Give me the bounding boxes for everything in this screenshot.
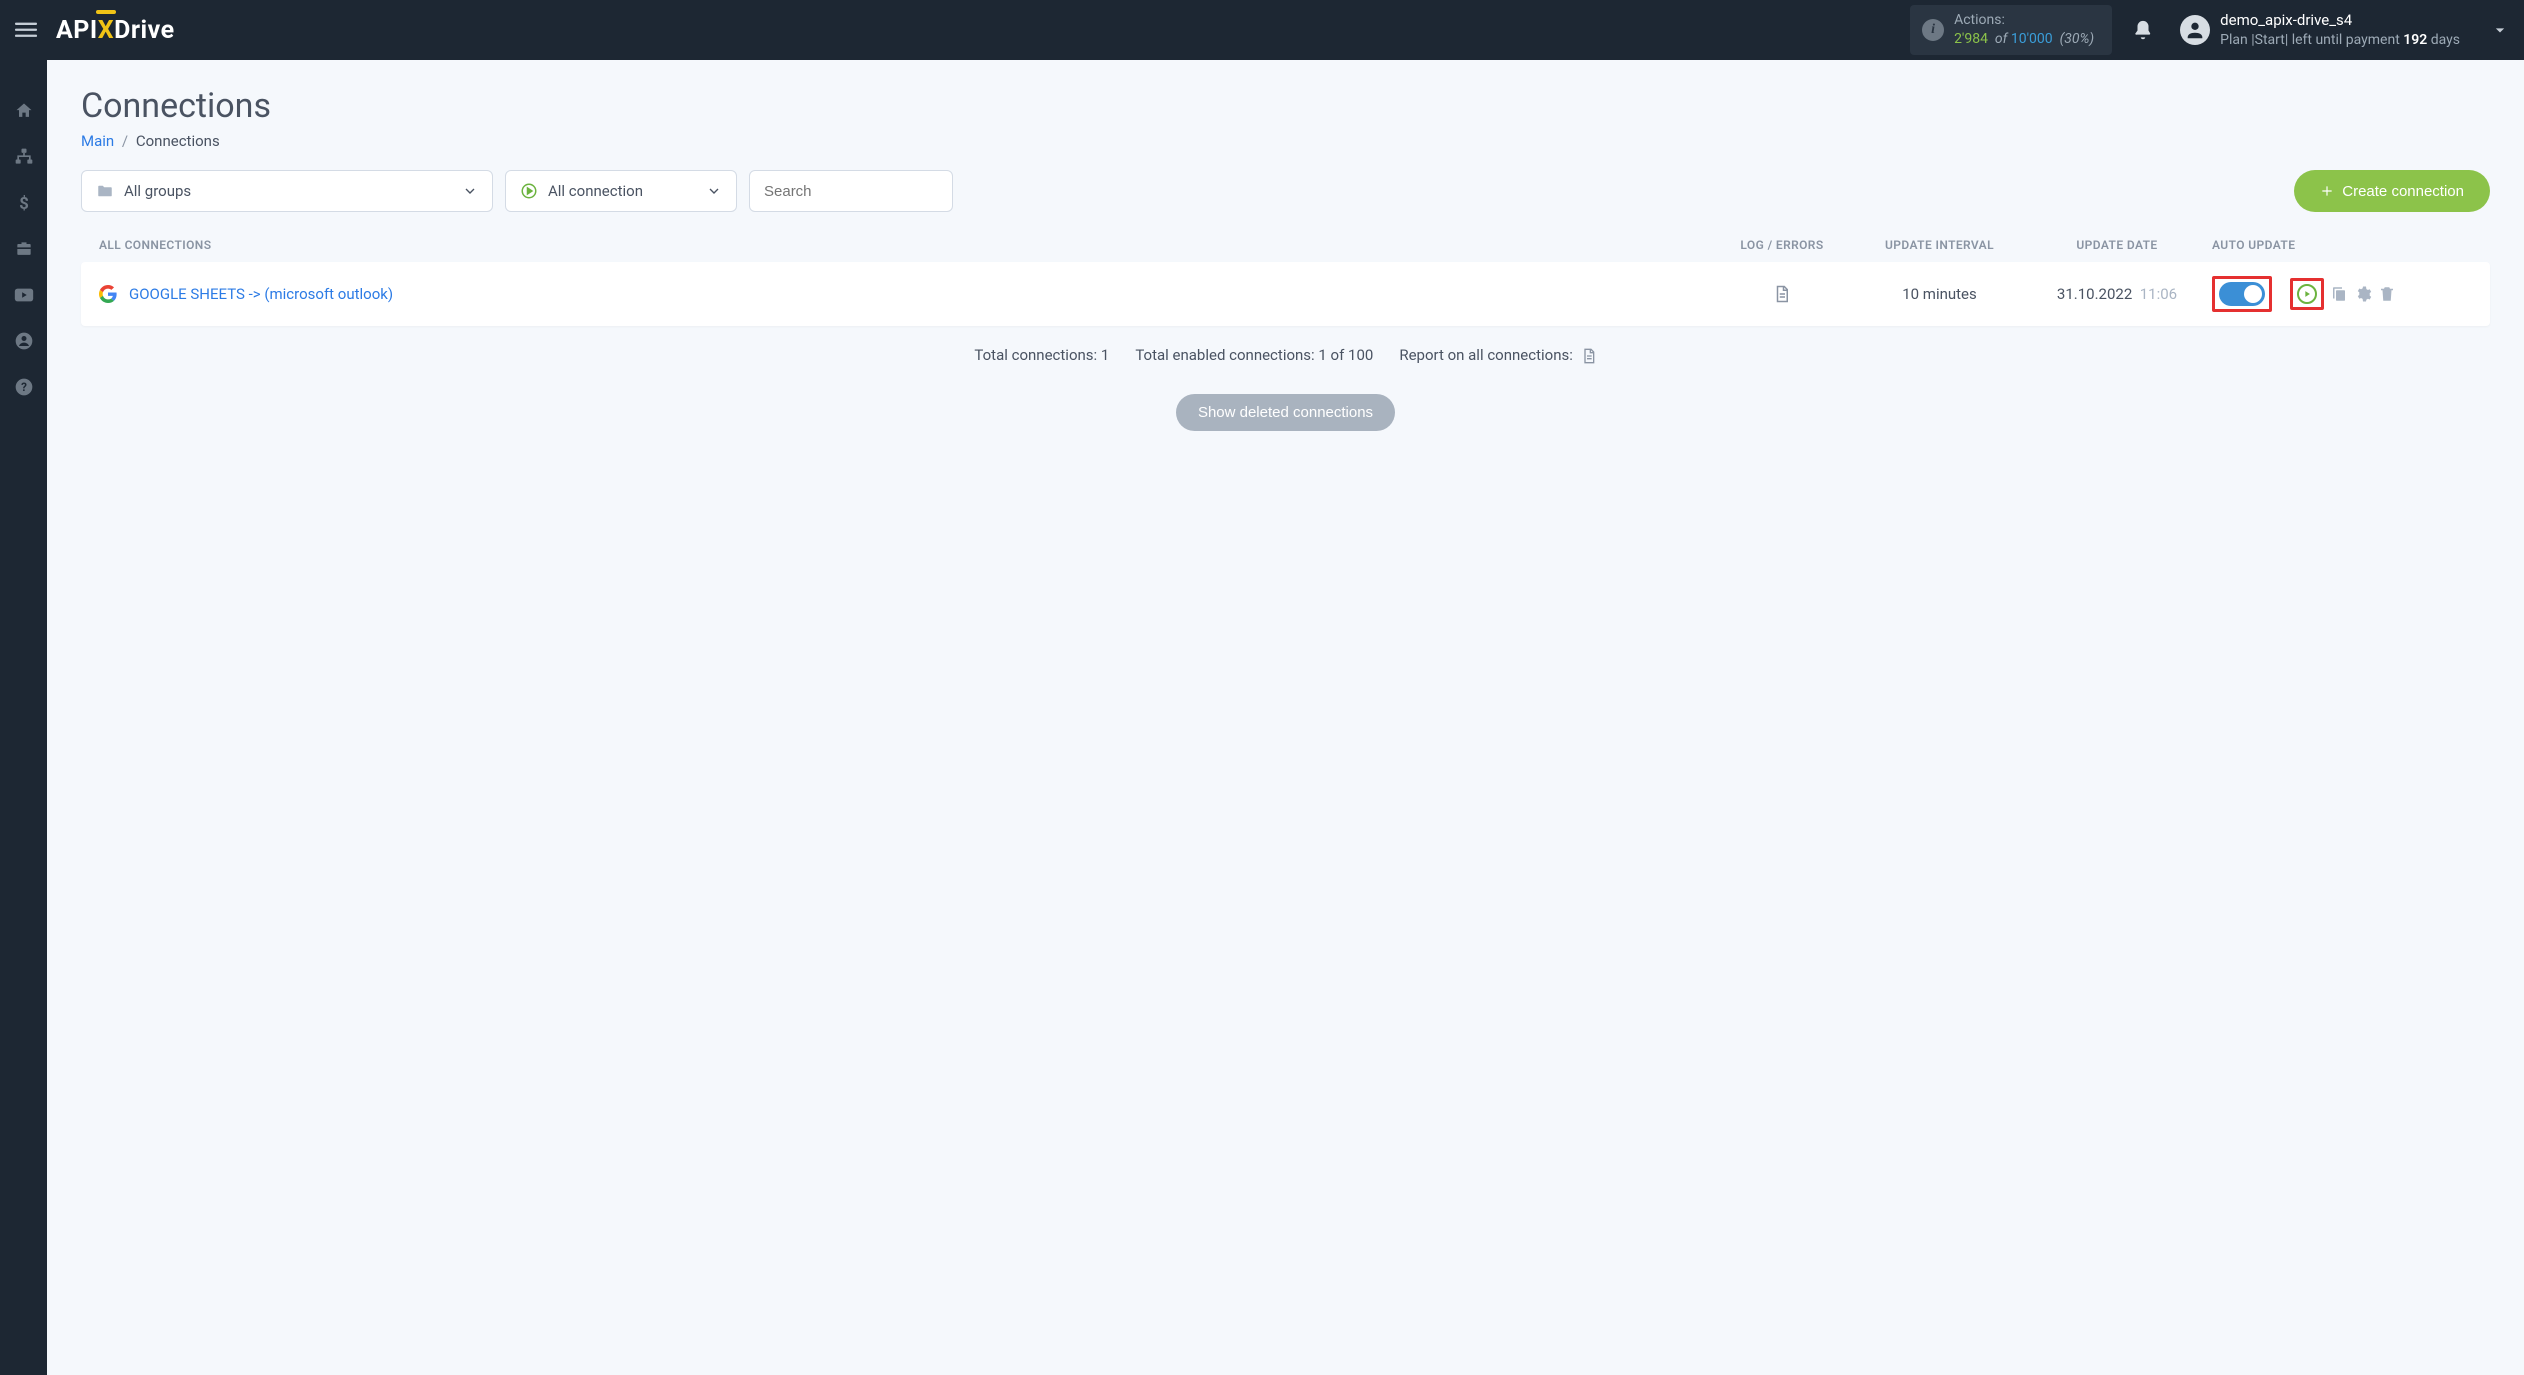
copy-icon[interactable]	[2330, 285, 2348, 303]
row-log-cell	[1707, 285, 1857, 303]
notifications-icon[interactable]	[2132, 19, 2154, 41]
gear-icon[interactable]	[2354, 285, 2372, 303]
chevron-down-icon	[706, 183, 722, 199]
logo-text-1: API	[56, 16, 98, 45]
folder-icon	[96, 182, 114, 200]
breadcrumb-current: Connections	[136, 132, 220, 150]
help-icon[interactable]: ?	[13, 376, 35, 398]
search-input-wrap	[749, 170, 953, 212]
status-label: All connection	[548, 182, 643, 200]
user-avatar-icon	[2180, 15, 2210, 45]
logo[interactable]: APIXDrive	[56, 16, 175, 45]
profile-icon[interactable]	[13, 330, 35, 352]
trash-icon[interactable]	[2378, 285, 2396, 303]
highlight-toggle	[2212, 276, 2272, 312]
svg-text:?: ?	[21, 380, 27, 394]
breadcrumb-main-link[interactable]: Main	[81, 132, 114, 150]
row-interval-cell: 10 minutes	[1857, 285, 2022, 303]
actions-label: Actions:	[1954, 11, 2094, 30]
highlight-play	[2290, 278, 2324, 310]
svg-text:$: $	[19, 195, 29, 213]
billing-icon[interactable]: $	[13, 192, 35, 214]
connections-icon[interactable]	[13, 146, 35, 168]
groups-select[interactable]: All groups	[81, 170, 493, 212]
plus-icon	[2320, 184, 2334, 198]
report-document-icon[interactable]	[1581, 348, 1597, 364]
table-row: GOOGLE SHEETS -> (microsoft outlook) 10 …	[81, 262, 2490, 326]
user-name: demo_apix-drive_s4	[2220, 11, 2460, 31]
actions-values: 2'984 of 10'000 (30%)	[1954, 30, 2094, 49]
search-input[interactable]	[764, 183, 938, 200]
total-enabled: Total enabled connections: 1 of 100	[1135, 346, 1373, 364]
col-auto: AUTO UPDATE	[2212, 238, 2472, 252]
col-log: LOG / ERRORS	[1707, 238, 1857, 252]
run-now-button[interactable]	[2297, 284, 2317, 304]
user-plan: Plan |Start| left until payment 192 days	[2220, 31, 2460, 49]
hamburger-menu[interactable]	[14, 18, 38, 42]
breadcrumb-sep: /	[122, 132, 128, 150]
play-circle-icon	[520, 182, 538, 200]
totals-row: Total connections: 1 Total enabled conne…	[81, 346, 2490, 364]
logo-text-x: X	[98, 16, 114, 45]
table-header: ALL CONNECTIONS LOG / ERRORS UPDATE INTE…	[81, 228, 2490, 262]
chevron-down-icon[interactable]	[2490, 20, 2510, 40]
create-connection-button[interactable]: Create connection	[2294, 170, 2490, 212]
col-date: UPDATE DATE	[2022, 238, 2212, 252]
log-document-icon[interactable]	[1773, 285, 1791, 303]
briefcase-icon[interactable]	[13, 238, 35, 260]
topbar: APIXDrive i Actions: 2'984 of 10'000 (30…	[0, 0, 2524, 60]
chevron-down-icon	[462, 183, 478, 199]
home-icon[interactable]	[13, 100, 35, 122]
show-deleted-button[interactable]: Show deleted connections	[1176, 394, 1395, 431]
row-name-cell: GOOGLE SHEETS -> (microsoft outlook)	[99, 285, 1707, 303]
video-icon[interactable]	[13, 284, 35, 306]
col-interval: UPDATE INTERVAL	[1857, 238, 2022, 252]
col-all-connections: ALL CONNECTIONS	[99, 238, 1707, 252]
breadcrumb: Main / Connections	[81, 132, 2490, 150]
report-label: Report on all connections:	[1399, 346, 1596, 364]
sidebar: $ ?	[0, 60, 47, 1375]
actions-counter[interactable]: i Actions: 2'984 of 10'000 (30%)	[1910, 5, 2112, 55]
page-title: Connections	[81, 86, 2490, 126]
google-icon	[99, 285, 117, 303]
groups-label: All groups	[124, 182, 191, 200]
connection-name-link[interactable]: GOOGLE SHEETS -> (microsoft outlook)	[129, 285, 393, 303]
filters-row: All groups All connection	[81, 170, 2490, 212]
auto-update-toggle[interactable]	[2219, 282, 2265, 306]
main-content: Connections Main / Connections All group…	[47, 60, 2524, 1375]
row-date-cell: 31.10.2022 11:06	[2022, 285, 2212, 303]
total-connections: Total connections: 1	[974, 346, 1109, 364]
status-select[interactable]: All connection	[505, 170, 737, 212]
logo-text-2: Drive	[114, 16, 175, 45]
user-menu[interactable]: demo_apix-drive_s4 Plan |Start| left unt…	[2180, 11, 2460, 49]
info-icon: i	[1922, 19, 1944, 41]
create-label: Create connection	[2342, 183, 2464, 200]
row-actions-cell	[2212, 276, 2472, 312]
